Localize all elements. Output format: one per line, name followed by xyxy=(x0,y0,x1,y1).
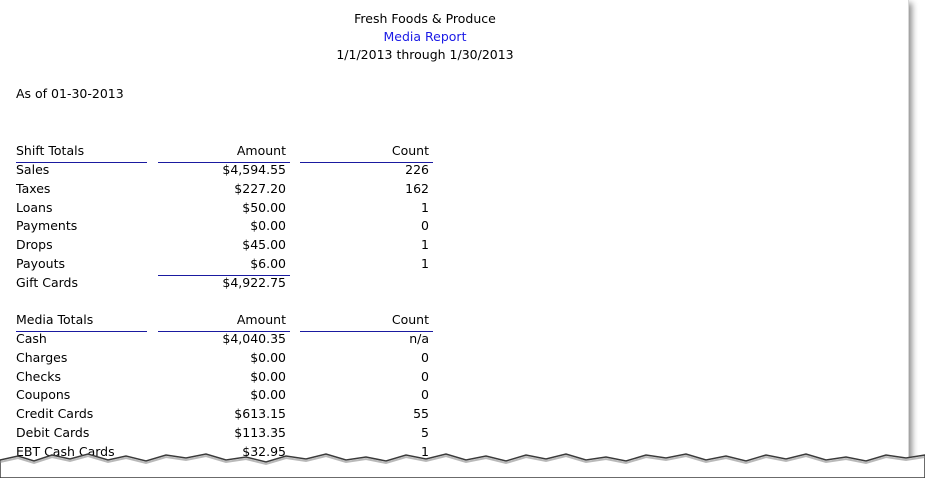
report-page: Fresh Foods & Produce Media Report 1/1/2… xyxy=(0,0,909,468)
row-label: Cash xyxy=(16,331,47,346)
row-count: 0 xyxy=(421,369,429,384)
row-amount: $113.35 xyxy=(234,425,286,440)
amount-column-header: Amount xyxy=(236,312,286,327)
row-amount: $4,922.75 xyxy=(222,275,286,290)
company-name: Fresh Foods & Produce xyxy=(354,11,496,26)
row-amount: $45.00 xyxy=(242,237,286,252)
row-count: 0 xyxy=(421,387,429,402)
row-count: 1 xyxy=(421,237,429,252)
row-label: Credit Cards xyxy=(16,406,94,421)
media-totals-heading: Media Totals xyxy=(16,312,94,327)
row-label: Payouts xyxy=(16,256,66,271)
row-amount: $613.15 xyxy=(234,406,286,421)
row-amount: $6.00 xyxy=(250,256,286,271)
row-amount: $0.00 xyxy=(250,218,286,233)
row-count: 1 xyxy=(421,200,429,215)
row-label: Gift Cards xyxy=(16,275,78,290)
row-count: n/a xyxy=(409,331,429,346)
row-label: Debit Cards xyxy=(16,425,90,440)
row-count: 0 xyxy=(421,218,429,233)
row-label: Coupons xyxy=(16,387,71,402)
row-count: 0 xyxy=(421,350,429,365)
row-label: Drops xyxy=(16,237,53,252)
row-label: Taxes xyxy=(16,181,51,196)
row-label: Sales xyxy=(16,162,50,177)
row-count: 55 xyxy=(413,406,429,421)
row-amount: $4,040.35 xyxy=(222,331,286,346)
count-column-header: Count xyxy=(391,312,429,327)
row-amount: $0.00 xyxy=(250,369,286,384)
row-count: 5 xyxy=(421,425,429,440)
amount-column-header: Amount xyxy=(236,143,286,158)
row-label: Checks xyxy=(16,369,61,384)
row-count: 162 xyxy=(405,181,429,196)
row-amount: $0.00 xyxy=(250,350,286,365)
shift-totals-heading: Shift Totals xyxy=(16,143,85,158)
as-of-date: As of 01-30-2013 xyxy=(16,86,124,101)
row-amount: $4,594.55 xyxy=(222,162,286,177)
row-label: Payments xyxy=(16,218,78,233)
row-count: 1 xyxy=(421,256,429,271)
date-range: 1/1/2013 through 1/30/2013 xyxy=(336,47,514,62)
row-amount: $227.20 xyxy=(234,181,286,196)
row-label: Charges xyxy=(16,350,68,365)
row-amount: $50.00 xyxy=(242,200,286,215)
torn-edge-decoration xyxy=(0,453,925,478)
report-title: Media Report xyxy=(383,29,467,44)
row-amount: $0.00 xyxy=(250,387,286,402)
row-label: Loans xyxy=(16,200,53,215)
count-column-header: Count xyxy=(391,143,429,158)
row-count: 226 xyxy=(405,162,429,177)
